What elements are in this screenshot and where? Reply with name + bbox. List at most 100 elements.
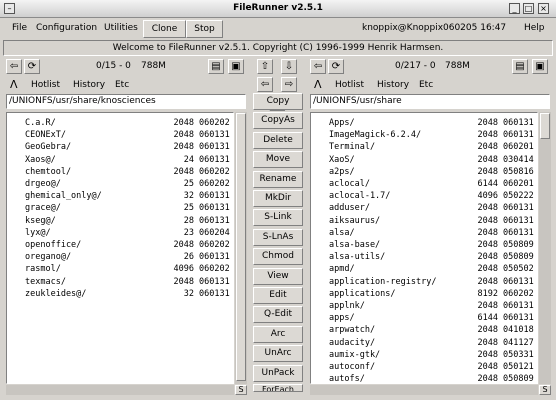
action-button-move[interactable]: Move: [253, 151, 303, 169]
file-row[interactable]: ghemical_only@/ 32 060131: [7, 190, 233, 202]
right-refresh-icon[interactable]: ⟳: [328, 59, 344, 74]
file-size: 26: [183, 252, 194, 263]
file-row[interactable]: apps/6144 060131: [311, 312, 537, 324]
left-refresh-icon[interactable]: ⟳: [24, 59, 40, 74]
file-row[interactable]: alsa-utils/2048 050809: [311, 251, 537, 263]
file-row[interactable]: apmd/2048 050502: [311, 263, 537, 275]
file-row[interactable]: C.a.R/2048 060202: [7, 117, 233, 129]
action-button-q-edit[interactable]: Q-Edit: [253, 306, 303, 324]
menu-configuration[interactable]: Configuration: [36, 23, 97, 33]
file-row[interactable]: alsa/2048 060131: [311, 227, 537, 239]
maximize-icon[interactable]: □: [523, 3, 534, 14]
file-row[interactable]: chemtool/2048 060202: [7, 166, 233, 178]
file-date: 060202: [199, 240, 230, 250]
file-row[interactable]: texmacs/2048 060131: [7, 276, 233, 288]
file-row[interactable]: applications/8192 060202: [311, 288, 537, 300]
right-horizontal-scrollbar[interactable]: [310, 385, 538, 395]
left-parent-dir-icon[interactable]: Λ: [10, 78, 18, 91]
action-button-s-lnas[interactable]: S-LnAs: [253, 228, 303, 246]
file-row[interactable]: rasmol/4096 060202: [7, 263, 233, 275]
menu-utilities[interactable]: Utilities: [104, 23, 138, 33]
file-row[interactable]: openoffice/2048 060202: [7, 239, 233, 251]
right-scroll-thumb[interactable]: [540, 113, 550, 139]
left-etc[interactable]: Etc: [115, 80, 129, 90]
right-s-button[interactable]: S: [539, 385, 551, 395]
right-terminal-icon[interactable]: ▣: [532, 59, 548, 74]
action-button-mkdir[interactable]: MkDir: [253, 190, 303, 207]
file-row[interactable]: adduser/2048 060131: [311, 202, 537, 214]
arrow-right-icon[interactable]: ⇨: [281, 77, 297, 92]
right-up-arrow-icon[interactable]: ⇦: [310, 59, 326, 74]
action-button-copyas[interactable]: CopyAs: [253, 112, 303, 130]
right-file-list[interactable]: Apps/2048 060131 ImageMagick-6.2.4/2048 060…: [310, 112, 538, 384]
left-file-list[interactable]: C.a.R/2048 060202 CEONExT/2048 060131 GeoGeb…: [6, 112, 234, 384]
action-button-chmod[interactable]: Chmod: [253, 248, 303, 266]
action-button-foreach[interactable]: ForEach: [253, 384, 303, 392]
file-row[interactable]: ImageMagick-6.2.4/2048 060131: [311, 129, 537, 141]
file-row[interactable]: alsa-base/2048 050809: [311, 239, 537, 251]
file-row[interactable]: CEONExT/2048 060131: [7, 129, 233, 141]
file-row[interactable]: arpwatch/2048 041018: [311, 324, 537, 336]
left-vertical-scrollbar[interactable]: [235, 112, 247, 384]
right-parent-dir-icon[interactable]: Λ: [314, 78, 322, 91]
left-hotlist[interactable]: Hotlist: [31, 80, 60, 90]
file-row[interactable]: a2ps/2048 050816: [311, 166, 537, 178]
close-icon[interactable]: ×: [538, 3, 549, 14]
action-button-edit[interactable]: Edit: [253, 287, 303, 304]
action-button-s-link[interactable]: S-Link: [253, 209, 303, 227]
clone-button[interactable]: Clone: [143, 20, 186, 38]
left-scroll-thumb[interactable]: [236, 113, 246, 381]
file-row[interactable]: aiksaurus/2048 060131: [311, 215, 537, 227]
file-row[interactable]: Apps/2048 060131: [311, 117, 537, 129]
menu-file[interactable]: File: [12, 23, 27, 33]
left-up-arrow-icon[interactable]: ⇦: [6, 59, 22, 74]
file-row[interactable]: Terminal/2048 060201: [311, 141, 537, 153]
right-vertical-scrollbar[interactable]: [539, 112, 551, 384]
file-row[interactable]: autofs/2048 050809: [311, 373, 537, 383]
action-button-rename[interactable]: Rename: [253, 170, 303, 188]
file-row[interactable]: lyx@/ 23 060204: [7, 227, 233, 239]
file-row[interactable]: application-registry/2048 060131: [311, 276, 537, 288]
file-row[interactable]: drgeo@/ 25 060202: [7, 178, 233, 190]
left-history[interactable]: History: [73, 80, 105, 90]
file-size: 32: [183, 191, 194, 202]
right-view-icon[interactable]: ▤: [512, 59, 528, 74]
file-row[interactable]: aclocal-1.7/4096 050222: [311, 190, 537, 202]
action-button-arc[interactable]: Arc: [253, 325, 303, 343]
file-row[interactable]: aumix-gtk/2048 050331: [311, 349, 537, 361]
action-button-copy[interactable]: Copy: [253, 93, 303, 110]
file-row[interactable]: GeoGebra/2048 060131: [7, 141, 233, 153]
left-terminal-icon[interactable]: ▣: [228, 59, 244, 74]
right-etc[interactable]: Etc: [419, 80, 433, 90]
file-row[interactable]: audacity/2048 041127: [311, 337, 537, 349]
file-row[interactable]: grace@/ 25 060131: [7, 202, 233, 214]
arrow-left-icon[interactable]: ⇦: [257, 77, 273, 92]
minimize-icon[interactable]: _: [509, 3, 520, 14]
file-row[interactable]: applnk/2048 060131: [311, 300, 537, 312]
file-row[interactable]: aclocal/6144 060201: [311, 178, 537, 190]
action-button-delete[interactable]: Delete: [253, 131, 303, 149]
file-row[interactable]: oregano@/ 26 060131: [7, 251, 233, 263]
right-history[interactable]: History: [377, 80, 409, 90]
action-button-unarc[interactable]: UnArc: [253, 345, 303, 363]
left-view-icon[interactable]: ▤: [208, 59, 224, 74]
up-chevron-icon[interactable]: ⇧: [257, 59, 273, 74]
file-size: 23: [183, 227, 194, 238]
right-path-field[interactable]: /UNIONFS/usr/share: [310, 94, 550, 109]
file-name: lyx@/: [25, 227, 51, 238]
file-row[interactable]: zeukleides@/ 32 060131: [7, 288, 233, 300]
stop-button[interactable]: Stop: [186, 20, 223, 38]
file-row[interactable]: Xaos@/ 24 060131: [7, 154, 233, 166]
left-horizontal-scrollbar[interactable]: [6, 385, 234, 395]
file-row[interactable]: autoconf/2048 050121: [311, 361, 537, 373]
down-chevron-icon[interactable]: ⇩: [281, 59, 297, 74]
file-row[interactable]: XaoS/2048 030414: [311, 154, 537, 166]
action-button-unpack[interactable]: UnPack: [253, 364, 303, 382]
action-button-view[interactable]: View: [253, 267, 303, 285]
right-hotlist[interactable]: Hotlist: [335, 80, 364, 90]
left-path-field[interactable]: /UNIONFS/usr/share/knosciences: [6, 94, 246, 109]
left-s-button[interactable]: S: [235, 385, 247, 395]
menu-help[interactable]: Help: [524, 23, 545, 33]
file-row[interactable]: kseg@/ 28 060131: [7, 215, 233, 227]
file-size: 2048: [477, 325, 498, 336]
